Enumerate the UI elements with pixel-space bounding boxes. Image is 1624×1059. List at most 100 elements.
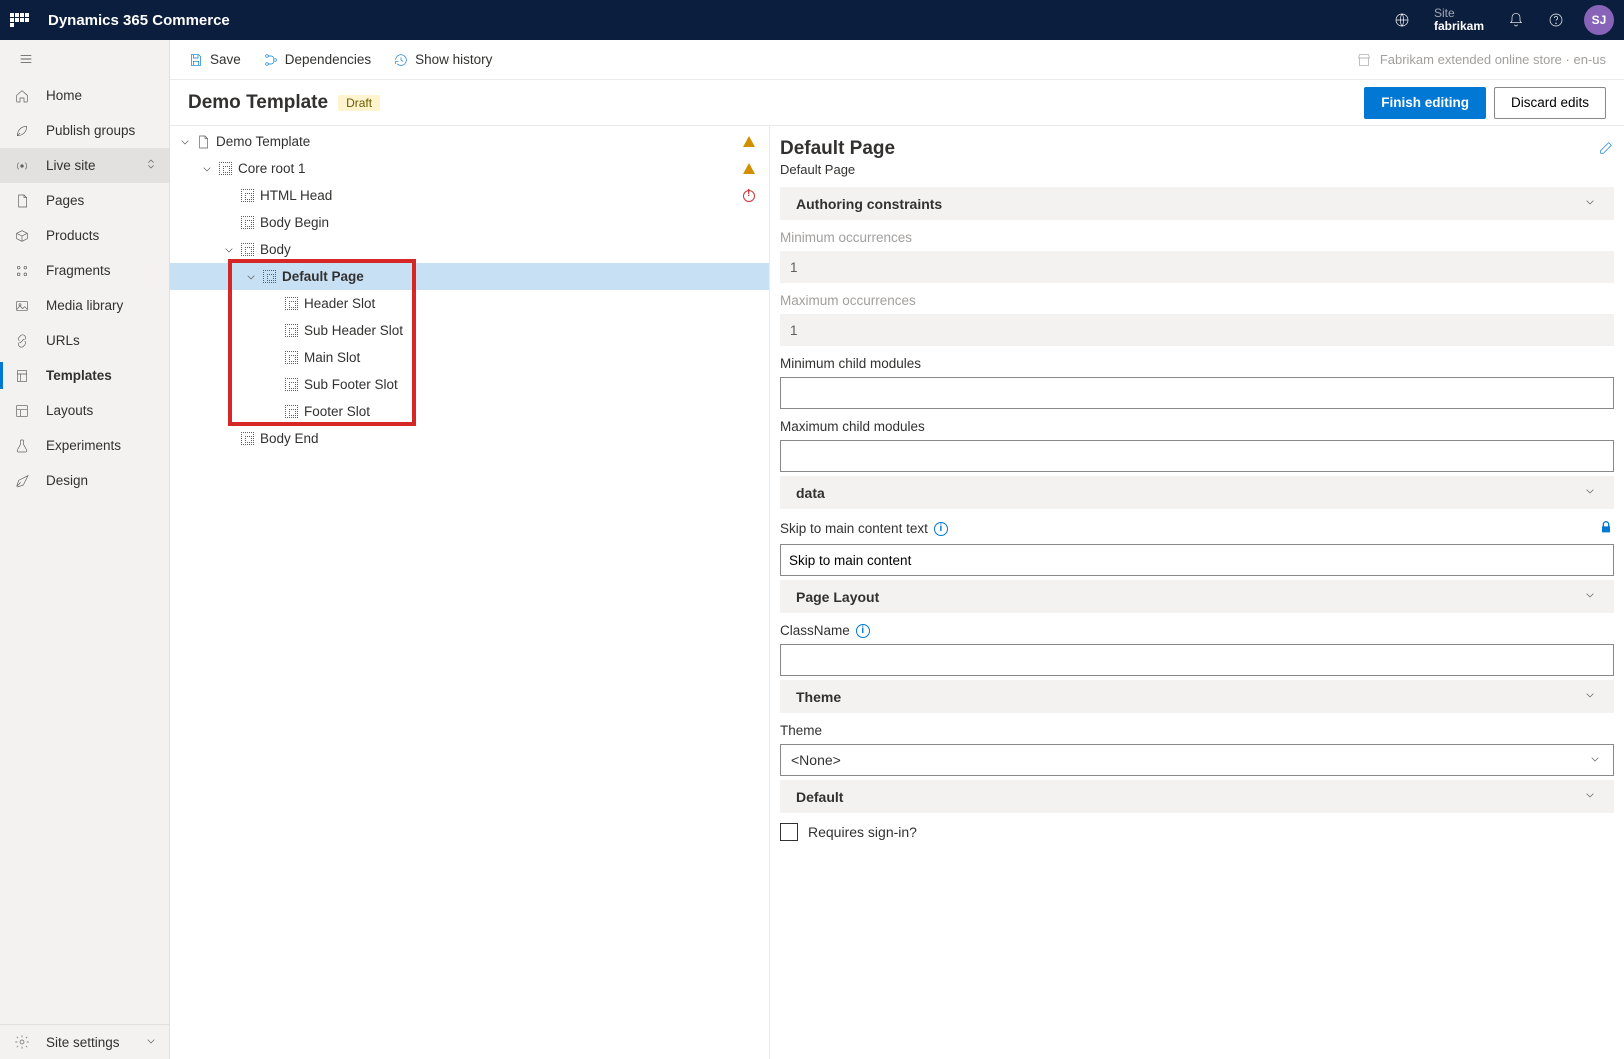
tree-row[interactable]: Sub Footer Slot (170, 371, 769, 398)
requires-signin-checkbox[interactable] (780, 823, 798, 841)
context-info: Fabrikam extended online store · en-us (1356, 52, 1606, 68)
section-label: Theme (796, 689, 841, 705)
section-page-layout[interactable]: Page Layout (780, 580, 1614, 613)
section-label: Default (796, 789, 843, 805)
min-child-input[interactable] (780, 377, 1614, 409)
nav-live-site[interactable]: Live site (0, 148, 169, 183)
nav-label: Pages (46, 193, 84, 208)
nav-design[interactable]: Design (0, 463, 169, 498)
chevron-down-icon (1582, 483, 1598, 502)
cmd-label: Save (210, 52, 241, 67)
nav-urls[interactable]: URLs (0, 323, 169, 358)
warning-icon (743, 136, 755, 147)
nav-products[interactable]: Products (0, 218, 169, 253)
tree-row[interactable]: HTML Head (170, 182, 769, 209)
warning-icon (743, 163, 755, 174)
tree-label: Header Slot (304, 296, 375, 311)
notifications-icon[interactable] (1496, 0, 1536, 40)
tree-row[interactable]: Sub Header Slot (170, 317, 769, 344)
chevron-down-icon (1582, 587, 1598, 606)
max-occurrences-value: 1 (780, 314, 1614, 346)
tree-row[interactable]: Header Slot (170, 290, 769, 317)
section-default[interactable]: Default (780, 780, 1614, 813)
page-icon (14, 193, 46, 209)
help-icon[interactable] (1536, 0, 1576, 40)
tree-row[interactable]: Body Begin (170, 209, 769, 236)
site-label: Site (1434, 7, 1484, 20)
section-authoring[interactable]: Authoring constraints (780, 187, 1614, 220)
chevron-down-icon[interactable] (176, 134, 194, 150)
finish-editing-button[interactable]: Finish editing (1364, 87, 1486, 119)
chevron-down-icon (1587, 751, 1603, 770)
cmd-dependencies[interactable]: Dependencies (263, 52, 371, 68)
tree-row[interactable]: Body End (170, 425, 769, 452)
tree-row[interactable]: Core root 1 (170, 155, 769, 182)
edit-icon[interactable] (1598, 140, 1614, 159)
tree-label: Body Begin (260, 215, 329, 230)
tree-label: HTML Head (260, 188, 332, 203)
tree-row[interactable]: Body (170, 236, 769, 263)
title-row: Demo Template Draft Finish editing Disca… (170, 80, 1624, 126)
slot-icon (238, 243, 256, 256)
slot-icon (282, 405, 300, 418)
section-label: Page Layout (796, 589, 879, 605)
info-icon[interactable]: i (934, 522, 948, 536)
nav-label: Live site (46, 158, 96, 173)
tree-label: Footer Slot (304, 404, 370, 419)
page-icon (194, 134, 212, 150)
chevron-down-icon (1582, 787, 1598, 806)
tree-row[interactable]: Main Slot (170, 344, 769, 371)
app-launcher-icon[interactable] (10, 13, 30, 27)
max-child-input[interactable] (780, 440, 1614, 472)
discard-edits-button[interactable]: Discard edits (1494, 87, 1606, 119)
nav-media-library[interactable]: Media library (0, 288, 169, 323)
field-label: Minimum child modules (780, 356, 1614, 371)
info-icon[interactable]: i (856, 624, 870, 638)
section-label: Authoring constraints (796, 196, 942, 212)
nav-pages[interactable]: Pages (0, 183, 169, 218)
nav-fragments[interactable]: Fragments (0, 253, 169, 288)
slot-icon (238, 189, 256, 202)
nav-site-settings[interactable]: Site settings (0, 1024, 169, 1059)
theme-select[interactable]: <None> (780, 744, 1614, 776)
broadcast-icon (14, 158, 46, 174)
chevron-down-icon (1582, 687, 1598, 706)
classname-input[interactable] (780, 644, 1614, 676)
nav-templates[interactable]: Templates (0, 358, 169, 393)
globe-icon[interactable] (1382, 0, 1422, 40)
avatar[interactable]: SJ (1584, 5, 1614, 35)
cmd-history[interactable]: Show history (393, 52, 492, 68)
section-data[interactable]: data (780, 476, 1614, 509)
nav-experiments[interactable]: Experiments (0, 428, 169, 463)
nav-home[interactable]: Home (0, 78, 169, 113)
box-icon (14, 228, 46, 244)
tree-label: Core root 1 (238, 161, 306, 176)
hamburger-icon[interactable] (0, 40, 169, 78)
properties-panel: Default Page Default Page Authoring cons… (770, 126, 1624, 1059)
slot-icon (282, 324, 300, 337)
skip-text-input[interactable] (780, 544, 1614, 576)
nav-layouts[interactable]: Layouts (0, 393, 169, 428)
tree-label: Sub Footer Slot (304, 377, 398, 392)
cmd-save[interactable]: Save (188, 52, 241, 68)
tree-row[interactable]: Demo Template (170, 128, 769, 155)
section-theme[interactable]: Theme (780, 680, 1614, 713)
props-title: Default Page (780, 138, 895, 160)
dependencies-icon (263, 52, 279, 68)
site-picker[interactable]: Site fabrikam (1422, 0, 1496, 40)
tree-row[interactable]: Footer Slot (170, 398, 769, 425)
context-text: Fabrikam extended online store · en-us (1380, 52, 1606, 67)
field-label: ClassName i (780, 623, 1614, 638)
home-icon (14, 88, 46, 104)
cmd-label: Dependencies (285, 52, 371, 67)
chevron-down-icon[interactable] (198, 161, 216, 177)
field-label: Maximum occurrences (780, 293, 1614, 308)
nav-publish-groups[interactable]: Publish groups (0, 113, 169, 148)
lock-icon[interactable] (1598, 519, 1614, 538)
chevron-down-icon[interactable] (242, 269, 260, 285)
nav-label: URLs (46, 333, 80, 348)
history-icon (393, 52, 409, 68)
tree-row-selected[interactable]: Default Page (170, 263, 769, 290)
chevron-down-icon[interactable] (220, 242, 238, 258)
tree-label: Sub Header Slot (304, 323, 403, 338)
